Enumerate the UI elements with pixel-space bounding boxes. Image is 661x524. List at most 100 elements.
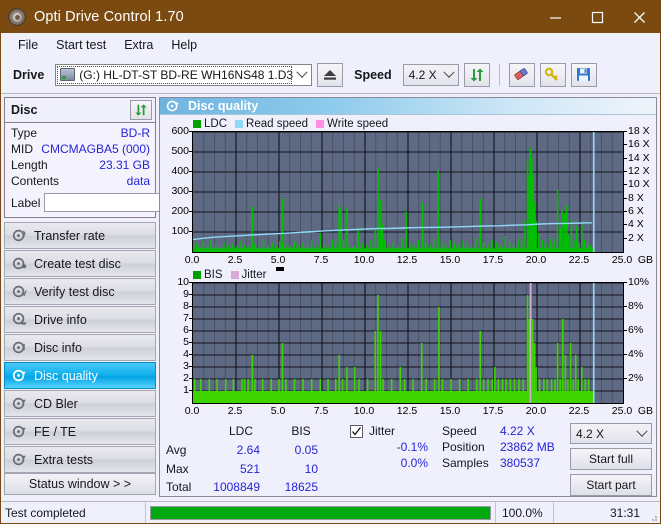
legend-swatch [235,120,244,128]
jitter-max-value: 0.0% [400,456,428,470]
x-tick-label: 12.5 [396,254,418,266]
y-axis-left-bottom: 1 2 3 4 5 6 7 8 9 10 [162,276,192,404]
menu-extra[interactable]: Extra [115,36,162,54]
status-window-button[interactable]: Status window > > [4,473,156,495]
refresh-button[interactable] [463,62,490,87]
y2-tick-mark [624,330,627,331]
chevron-down-icon[interactable] [633,424,651,444]
plot-row-top: 100 200 300 400 500 600 2 X4 X6 X8 X 10 X 12 X1… [162,125,654,253]
y2-tick-mark [624,197,627,199]
samples-row: Samples 380537 [442,455,555,471]
sidebar-item-transfer-rate[interactable]: Transfer rate [4,222,156,249]
sidebar-item-fe-te[interactable]: FE / TE [4,418,156,445]
stats-row-label-max: Max [166,461,189,476]
legend-entry-ldc: LDC [193,118,227,130]
sidebar-item-create-test-disc[interactable]: Create test disc [4,250,156,277]
y-axis-left-top: 100 200 300 400 500 600 [162,125,192,253]
x-tick-label: 7.5 [313,254,329,266]
position-key: Position [442,440,485,454]
disc-info-panel: Disc Type BD-R MID CMCMAGBA5 (000) Lengt… [4,97,249,218]
disc-row-type: Type BD-R [11,125,150,141]
legend-label: Write speed [327,118,389,130]
chevron-down-icon[interactable] [440,65,458,85]
speed-select[interactable]: 4.2 X [402,63,459,86]
disc-create-icon [12,256,27,271]
x-tick-label: 20.0 [525,405,547,417]
sidebar-item-drive-info[interactable]: Drive info [4,306,156,333]
x-tick-label: 25.0 [611,254,633,266]
sidebar-item-label: CD Bler [34,396,78,411]
body: Disc Type BD-R MID CMCMAGBA5 (000) Lengt… [1,94,660,497]
x-tick-label: 2.5 [227,254,243,266]
test-speed-value: 4.2 X [576,426,605,441]
maximize-icon[interactable] [576,1,618,33]
stats-table: LDC BIS Avg 2.64 0.05 Max 521 10 Total 1… [166,423,330,496]
menu-start-test[interactable]: Start test [47,36,115,54]
x-tick-label: 15.0 [439,405,461,417]
sidebar-item-label: Drive info [34,312,87,327]
disc-row-mid: MID CMCMAGBA5 (000) [11,141,150,157]
y2-tick-mark [624,282,627,283]
jitter-checkbox[interactable] [350,424,363,438]
window-controls [534,1,660,33]
x-axis-top: 0.0 2.5 5.0 7.5 10.0 12.5 15.0 17.5 20.0 22.5 25.0… [185,253,653,268]
disc-row-contents: Contents data [11,173,150,189]
sidebar-item-extra-tests[interactable]: Extra tests [4,446,156,473]
panel-title: Disc quality [188,99,259,113]
sidebar-item-verify-test-disc[interactable]: Verify test disc [4,278,156,305]
main-panel: Disc quality LDC Read speed Write speed … [159,97,657,497]
y2-tick-label: 8 X [628,191,644,204]
save-button[interactable] [570,62,597,87]
disc-value: BD-R [120,126,150,140]
sidebar-item-disc-quality[interactable]: Disc quality [4,362,156,389]
start-full-button[interactable]: Start full [570,448,652,470]
disc-refresh-button[interactable] [130,100,152,120]
y2-tick-label: 10% [628,276,650,288]
window-title: Opti Drive Control 1.70 [34,9,184,25]
plot-area-bottom [192,282,624,404]
stats-row-label-avg: Avg [166,442,187,457]
speed-position-column: Speed 4.22 X Position 23862 MB Samples 3… [442,423,555,496]
speed-row: Speed 4.22 X [442,423,555,439]
x-tick-label: 17.5 [482,405,504,417]
start-part-button[interactable]: Start part [570,474,652,496]
chart-legend-bottom: BIS Jitter [193,267,654,282]
key-button[interactable] [539,62,566,87]
app-disc-icon [8,8,26,26]
menu-help[interactable]: Help [162,36,206,54]
stats-avg-bis: 0.05 [294,442,318,457]
jitter-header: Jitter [350,423,428,439]
chevron-down-icon[interactable] [293,65,311,85]
close-icon[interactable] [618,1,660,33]
position-row: Position 23862 MB [442,439,555,455]
y2-tick-label: 12 X [628,165,650,177]
y2-tick-label: 6% [628,324,644,336]
eject-button[interactable] [317,62,344,87]
y2-tick-label: 2 X [628,231,644,244]
test-speed-select[interactable]: 4.2 X [570,423,652,444]
minimize-icon[interactable] [534,1,576,33]
toolbar-divider [498,63,500,86]
sidebar-item-cd-bler[interactable]: CD Bler [4,390,156,417]
samples-value: 380537 [500,456,541,470]
sidebar: Disc Type BD-R MID CMCMAGBA5 (000) Lengt… [1,94,249,497]
y2-tick-label: 14 X [628,151,650,164]
erase-button[interactable] [508,62,535,87]
x-tick-label: 7.5 [313,405,329,417]
x-axis-bottom: 0.0 2.5 5.0 7.5 10.0 12.5 15.0 17.5 20.0 22.5 25.0… [185,404,653,419]
progress-track [150,505,491,520]
drive-select[interactable]: (G:) HL-DT-ST BD-RE WH16NS48 1.D3 [55,63,313,86]
y2-tick-mark [624,184,627,186]
status-message: Test completed [1,501,146,523]
sidebar-item-disc-info[interactable]: Disc info [4,334,156,361]
sidebar-item-label: Verify test disc [34,284,115,299]
sidebar-item-label: Extra tests [34,452,94,467]
legend-entry-read-speed: Read speed [235,118,308,130]
x-axis-unit: GB [637,405,653,417]
plot-area-top [192,131,624,253]
y2-tick-mark [624,171,627,172]
menu-file[interactable]: File [9,36,47,54]
x-tick-label: 5.0 [270,254,286,266]
resize-grip-icon[interactable] [646,502,660,524]
legend-swatch [316,120,325,128]
